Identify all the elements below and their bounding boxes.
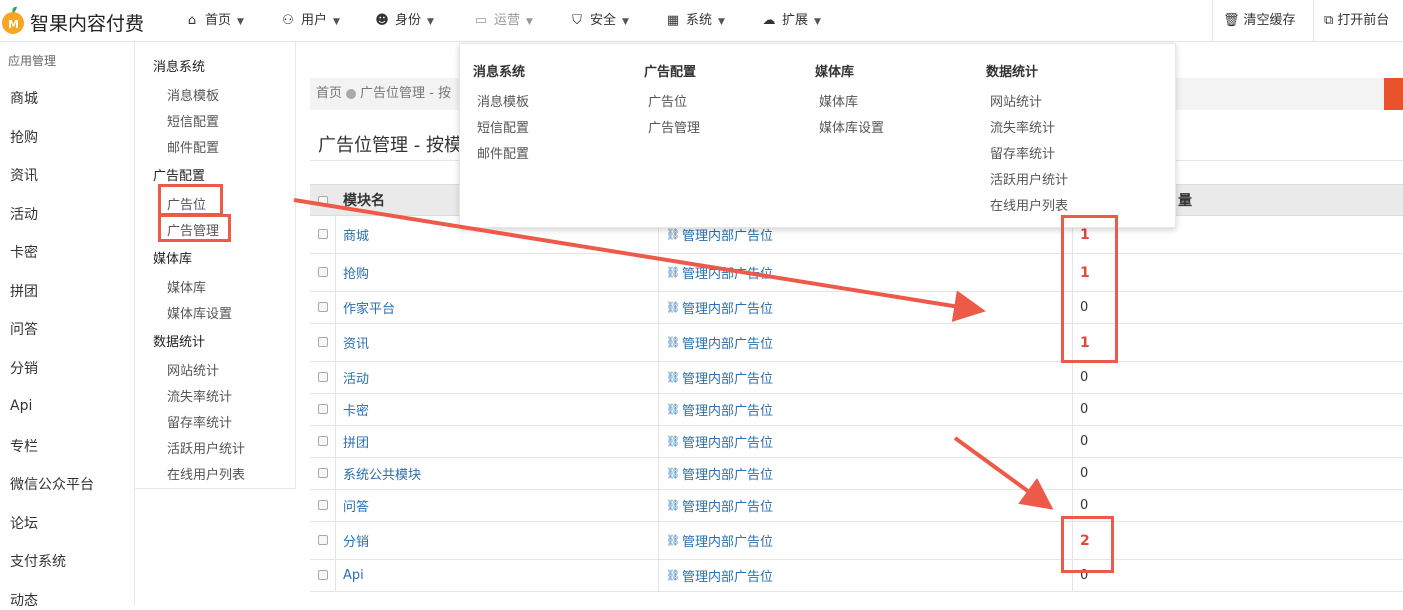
- annotation-arrow: [293, 198, 986, 322]
- annotation-arrows: [293, 198, 1054, 510]
- annotation-arrow: [953, 436, 1054, 510]
